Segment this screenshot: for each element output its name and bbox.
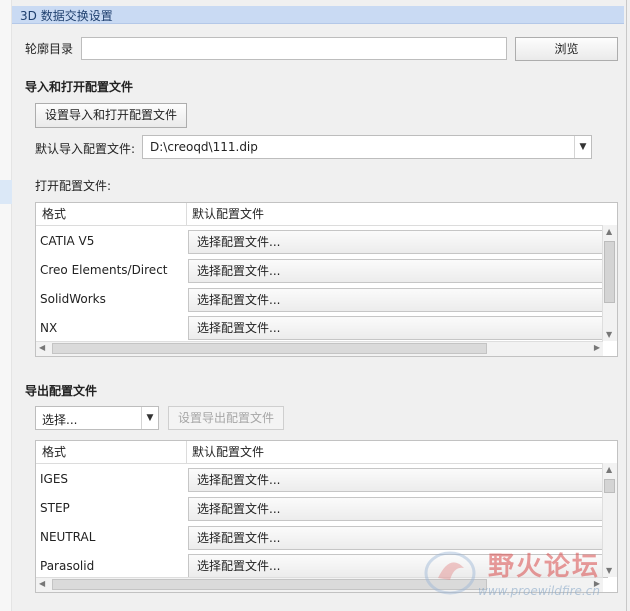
chevron-down-icon[interactable]: ▼ <box>574 136 591 158</box>
select-config-button[interactable]: 选择配置文件... <box>188 259 608 283</box>
table-row-format: IGES <box>40 472 69 486</box>
export-section-heading: 导出配置文件 <box>25 384 98 398</box>
triangle-left-icon[interactable]: ◀ <box>39 579 45 588</box>
left-navigation-strip <box>0 0 12 611</box>
profile-dir-label: 轮廓目录 <box>25 42 74 56</box>
triangle-down-icon[interactable]: ▼ <box>606 566 612 575</box>
default-import-config-label: 默认导入配置文件: <box>35 142 136 156</box>
import-section-heading: 导入和打开配置文件 <box>25 80 134 94</box>
triangle-left-icon[interactable]: ◀ <box>39 343 45 352</box>
triangle-right-icon[interactable]: ▶ <box>594 343 600 352</box>
profile-dir-input[interactable] <box>81 37 507 60</box>
triangle-up-icon[interactable]: ▲ <box>606 227 612 236</box>
right-border <box>626 0 627 611</box>
export-format-value: 选择... <box>42 413 78 427</box>
column-header-default-config: 默认配置文件 <box>186 441 611 464</box>
default-import-config-select[interactable]: D:\creoqd\111.dip ▼ <box>142 135 592 159</box>
table-row-format: NEUTRAL <box>40 530 96 544</box>
table-row-format: STEP <box>40 501 70 515</box>
table-row-format: Parasolid <box>40 559 95 573</box>
vertical-scrollbar[interactable]: ▲ ▼ <box>602 225 617 341</box>
export-format-select[interactable]: 选择... ▼ <box>35 406 159 430</box>
selected-nav-marker <box>0 180 12 204</box>
table-row-format: CATIA V5 <box>40 234 95 248</box>
scrollbar-thumb[interactable] <box>604 479 615 493</box>
watermark-text: 野火论坛 <box>488 552 601 582</box>
chevron-down-icon[interactable]: ▼ <box>141 407 158 429</box>
scrollbar-thumb[interactable] <box>52 343 487 354</box>
column-header-format: 格式 <box>36 203 192 226</box>
column-header-default-config: 默认配置文件 <box>186 203 611 226</box>
watermark-url: www.proewildfire.cn <box>478 584 600 598</box>
open-config-table: 格式 默认配置文件 CATIA V5 选择配置文件... Creo Elemen… <box>35 202 618 357</box>
horizontal-scrollbar[interactable]: ◀ ▶ <box>36 341 603 356</box>
section-title: 3D 数据交换设置 <box>20 9 113 23</box>
browse-button[interactable]: 浏览 <box>515 37 618 61</box>
open-config-label: 打开配置文件: <box>35 179 112 193</box>
select-config-button[interactable]: 选择配置文件... <box>188 468 608 492</box>
section-title-bar: 3D 数据交换设置 <box>12 6 624 24</box>
scrollbar-thumb[interactable] <box>604 241 615 303</box>
vertical-scrollbar[interactable]: ▲ ▼ <box>602 463 617 577</box>
triangle-down-icon[interactable]: ▼ <box>606 330 612 339</box>
table-row-format: SolidWorks <box>40 292 106 306</box>
triangle-up-icon[interactable]: ▲ <box>606 465 612 474</box>
set-import-open-config-button[interactable]: 设置导入和打开配置文件 <box>35 103 187 128</box>
watermark-logo <box>420 548 480 598</box>
table-row-format: NX <box>40 321 58 335</box>
table-row-format: Creo Elements/Direct <box>40 263 168 277</box>
set-export-config-button[interactable]: 设置导出配置文件 <box>168 406 284 430</box>
column-header-format: 格式 <box>36 441 192 464</box>
select-config-button[interactable]: 选择配置文件... <box>188 316 608 340</box>
select-config-button[interactable]: 选择配置文件... <box>188 497 608 521</box>
select-config-button[interactable]: 选择配置文件... <box>188 230 608 254</box>
select-config-button[interactable]: 选择配置文件... <box>188 288 608 312</box>
default-import-config-value: D:\creoqd\111.dip <box>150 140 258 154</box>
